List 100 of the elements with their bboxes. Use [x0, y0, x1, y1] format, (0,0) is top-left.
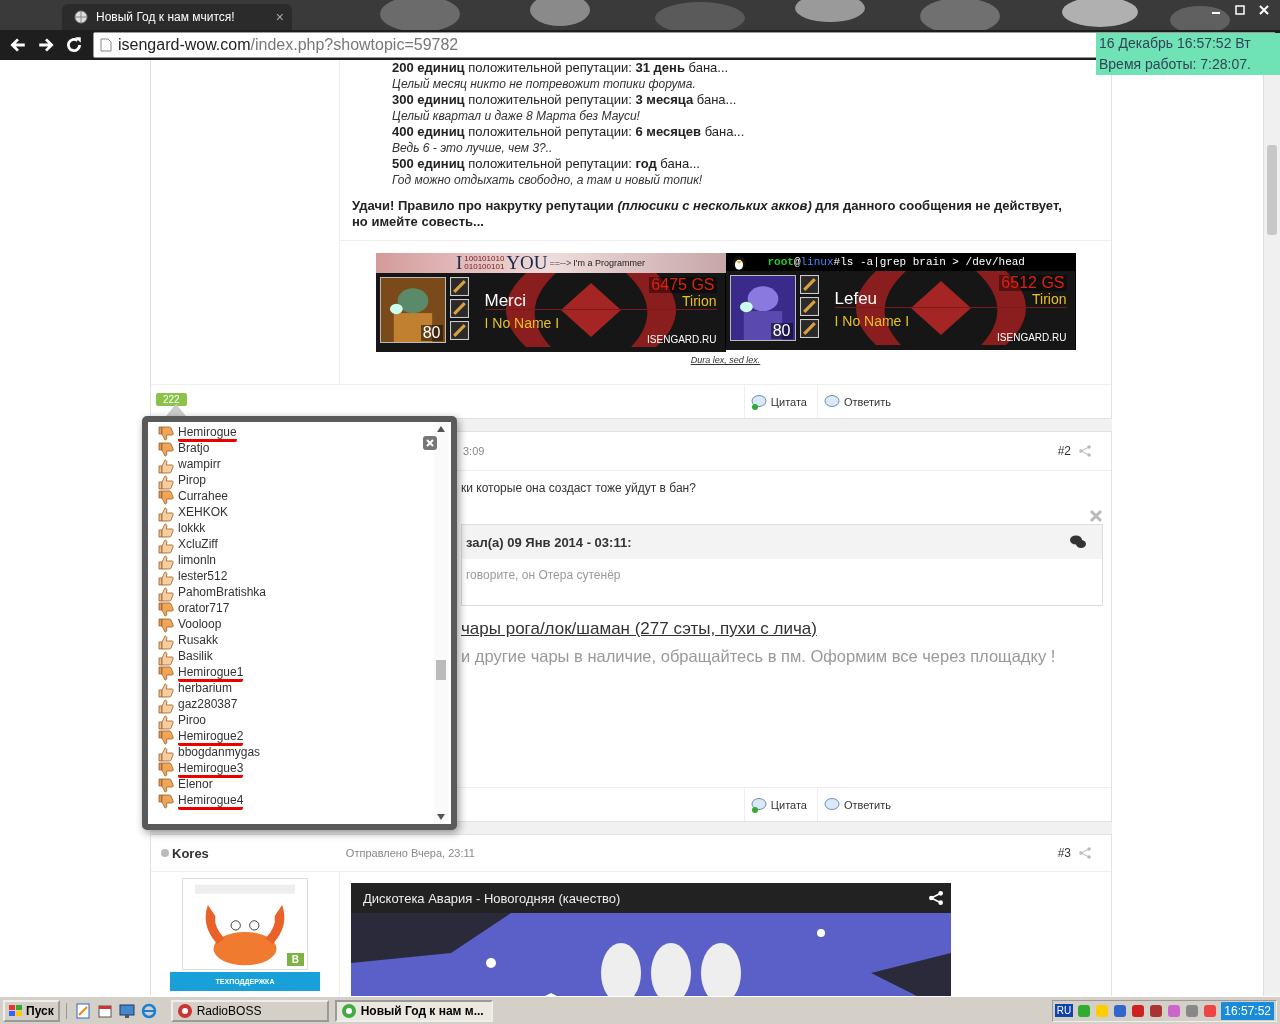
tray-icon[interactable] — [1149, 1003, 1164, 1018]
quote-text: говорите, он Отера сутенёр — [465, 567, 622, 584]
post-link[interactable]: чары рога/лок/шаман (277 сэты, пухи с лича) — [461, 619, 1103, 639]
post-time: Отправлено Вчера, 23:11 — [345, 847, 475, 859]
back-icon[interactable] — [9, 36, 27, 54]
user-name[interactable]: Basilik — [178, 650, 213, 666]
user-name[interactable]: Hemirogue3 — [178, 762, 244, 778]
user-name[interactable]: herbarium — [178, 682, 233, 698]
bullet-note: Год можно отдыхать свободно, а там и новый топик! — [392, 172, 704, 188]
user-name[interactable]: wampirr — [178, 458, 221, 474]
user-name[interactable]: Bratjo — [178, 442, 210, 458]
bullet-note: Целый квартал и даже 8 Марта без Мауси! — [392, 108, 641, 124]
terminal-command: root@linux#ls -a|grep brain > /dev/head — [767, 255, 1025, 270]
header-word: YOU — [506, 253, 548, 273]
post-paragraph: Удачи! Правило про накрутку репутации (плюсики с нескольких акков) для данного сообщения не действует, но имейте совесть... — [352, 198, 1063, 230]
header-letter: I — [455, 253, 463, 273]
user-name[interactable]: lester512 — [178, 570, 228, 586]
scroll-thumb[interactable] — [436, 660, 446, 680]
user-name[interactable]: Hemirogue4 — [178, 794, 244, 810]
tray-icon[interactable] — [1203, 1003, 1218, 1018]
browser-tab[interactable]: Новый Год к нам мчится! × — [62, 4, 292, 30]
speech-bubbles-icon — [1070, 535, 1086, 549]
site-name: ISENGARD.RU — [647, 333, 717, 347]
reply-icon — [823, 796, 840, 813]
user-name[interactable]: Pirop — [178, 474, 206, 490]
maximize-icon[interactable] — [1234, 4, 1246, 16]
page-icon — [100, 38, 112, 52]
tray-icon[interactable] — [1131, 1003, 1146, 1018]
user-name[interactable]: Rusakk — [178, 634, 218, 650]
user-name[interactable]: Hemirogue — [178, 426, 237, 442]
user-name[interactable]: gaz280387 — [178, 698, 238, 714]
header-caption: I'm a Programmer — [573, 257, 645, 270]
reload-icon[interactable] — [65, 36, 83, 54]
item-icon — [449, 277, 469, 296]
desktop-icon[interactable] — [118, 1002, 135, 1019]
calendar-icon[interactable] — [96, 1002, 113, 1019]
user-name[interactable]: PahomBratishka — [178, 586, 267, 602]
gear-score: 6512 GS — [999, 275, 1067, 291]
item-icon — [799, 319, 819, 338]
quote-header: зал(а) 09 Янв 2014 - 03:11: — [466, 534, 632, 550]
user-name[interactable]: XcluZiff — [178, 538, 218, 554]
site-name: ISENGARD.RU — [997, 331, 1067, 345]
taskbar-button[interactable]: Новый Год к нам м... — [334, 999, 493, 1022]
offline-dot — [161, 849, 169, 857]
level-text: 80 — [420, 325, 443, 341]
notepad-icon[interactable] — [74, 1002, 91, 1019]
bullet-text: 400 единиц положительной репутации: 6 месяцев бана... — [392, 124, 746, 140]
user-name[interactable]: Currahee — [178, 490, 229, 506]
header-arrow: ==--> — [549, 257, 572, 270]
language-indicator[interactable]: RU — [1054, 1004, 1074, 1017]
post-text: и другие чары в наличие, обращайтесь в пм. Оформим все через площадку ! — [461, 647, 1057, 666]
post-text: ки которые она создаст тоже уйдут в бан? — [461, 481, 697, 495]
browser-icon[interactable] — [140, 1002, 157, 1019]
realm-name: Tirion — [682, 293, 717, 309]
tray-icon[interactable] — [1113, 1003, 1128, 1018]
app-icon — [176, 1002, 193, 1019]
globe-icon — [74, 10, 88, 24]
user-name[interactable]: Piroo — [178, 714, 206, 730]
user-name[interactable]: limonln — [178, 554, 216, 570]
bullet-text: 500 единиц положительной репутации: год бана... — [392, 156, 701, 172]
tray-icon[interactable] — [1077, 1003, 1092, 1018]
reply-icon — [823, 393, 840, 410]
popup-pointer — [166, 404, 186, 416]
bullet-text: 300 единиц положительной репутации: 3 месяца бана... — [392, 92, 738, 108]
bullet-note: Целый месяц никто не потревожит топики форума. — [392, 76, 697, 92]
post-number[interactable]: #3 — [1057, 846, 1071, 860]
item-icon — [799, 297, 819, 316]
close-tab-button[interactable]: × — [275, 9, 284, 25]
binary-text: 100101010 010100101 — [464, 255, 505, 271]
item-icon — [449, 321, 469, 340]
start-button[interactable]: Пуск — [3, 999, 60, 1022]
windows-flag-icon — [9, 1004, 23, 1017]
quote-icon — [750, 393, 767, 410]
quote-icon — [750, 796, 767, 813]
forward-icon[interactable] — [37, 36, 55, 54]
signature-caption: Dura lex, sed lex. — [690, 354, 761, 367]
user-name[interactable]: Vooloop — [178, 618, 222, 634]
level-text: 80 — [770, 323, 793, 339]
author-name[interactable]: Kores — [172, 845, 209, 861]
tray-icon[interactable] — [1185, 1003, 1200, 1018]
item-icon — [449, 299, 469, 318]
user-name[interactable]: orator717 — [178, 602, 230, 618]
tray-icon[interactable] — [1167, 1003, 1182, 1018]
url-text: isengard-wow.com/index.php?showtopic=59782 — [118, 36, 459, 54]
scrollbar[interactable] — [434, 422, 448, 824]
uptime-text: Время работы: 7:28:07. — [1099, 55, 1252, 74]
user-name[interactable]: Hemirogue1 — [178, 666, 244, 682]
post-number[interactable]: #2 — [1057, 444, 1071, 458]
user-name[interactable]: Elenor — [178, 778, 213, 794]
user-name[interactable]: XEHKOK — [178, 506, 228, 522]
taskbar-button[interactable]: RadioBOSS — [170, 999, 329, 1022]
app-icon — [340, 1002, 357, 1019]
character-name: Merci — [484, 293, 527, 309]
scroll-down-icon[interactable] — [437, 814, 445, 820]
user-name[interactable]: Hemirogue2 — [178, 730, 244, 746]
character-name: Lefeu — [834, 291, 878, 307]
user-name[interactable]: bbogdanmygas — [178, 746, 261, 762]
realm-name: Tirion — [1032, 291, 1067, 307]
item-icon — [799, 275, 819, 294]
user-name[interactable]: lokkk — [178, 522, 206, 538]
